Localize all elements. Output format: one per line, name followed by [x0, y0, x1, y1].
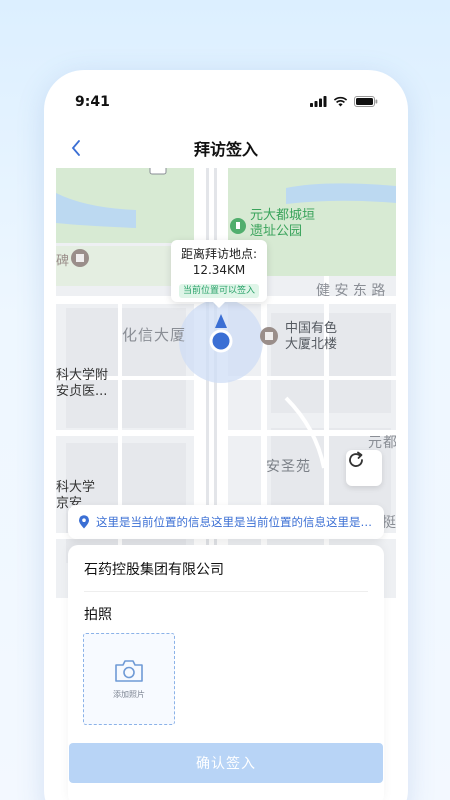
map-poi-kedafu-line1: 科大学附: [56, 368, 109, 383]
map-road-jianan: 健 安 东 路: [316, 283, 386, 299]
map-area-ansheng: 安圣苑: [266, 459, 311, 475]
signal-icon: [310, 96, 327, 107]
photo-label: 拍照: [84, 607, 112, 623]
map-poi-park-line1: 元大都城垣: [250, 208, 316, 223]
map-poi-kedafu: 科大学附 安贞医...: [56, 368, 108, 400]
map-poi-zhongguo-line2: 大厦北楼: [285, 337, 338, 352]
phone-frame: 9:41 拜访签入 元大都城垣 遗址公园 碑 健 安 东 路 化信大厦 中国有色…: [44, 70, 408, 800]
map-poi-zhongguo: 中国有色 大厦北楼: [285, 321, 337, 353]
distance-label: 距离拜访地点:: [180, 247, 258, 261]
distance-callout: 距离拜访地点: 12.34KM 当前位置可以签入: [171, 240, 267, 308]
location-pin-icon: [79, 515, 89, 529]
map-poi-park: 元大都城垣 遗址公园: [250, 208, 315, 240]
confirm-checkin-button[interactable]: 确认签入: [69, 743, 383, 783]
page-title: 拜访签入: [193, 140, 258, 159]
map-poi-kedaxue-line1: 科大学: [56, 480, 96, 495]
nav-bar: 拜访签入: [44, 130, 408, 170]
divider: [84, 591, 368, 592]
current-location-bar: 这里是当前位置的信息这里是当前位置的信息这里是当前位置的信息: [68, 505, 384, 539]
map-label-yuandu: 元都: [368, 435, 396, 451]
status-time: 9:41: [75, 94, 110, 110]
wifi-icon: [333, 96, 348, 107]
map-poi-zhongguo-line1: 中国有色: [285, 321, 338, 336]
refresh-location-button[interactable]: [346, 450, 382, 486]
map-poi-park-line2: 遗址公园: [250, 224, 303, 239]
add-photo-label: 添加照片: [113, 689, 145, 699]
map-label-bei: 碑: [56, 254, 71, 269]
status-bar: 9:41: [44, 70, 408, 130]
status-icons: [310, 96, 378, 107]
camera-icon: [115, 659, 143, 682]
checkin-status-badge: 当前位置可以签入: [178, 284, 259, 298]
map-poi-kedafu-line2: 安贞医...: [56, 384, 108, 399]
map-label-ting: 挺: [382, 515, 396, 531]
map-building-huaxin: 化信大厦: [122, 326, 187, 344]
company-name: 石药控股集团有限公司: [84, 562, 224, 578]
refresh-icon: [349, 451, 363, 467]
battery-icon: [354, 96, 378, 107]
distance-value: 12.34KM: [192, 263, 246, 277]
add-photo-button[interactable]: 添加照片: [83, 633, 175, 725]
current-location-text: 这里是当前位置的信息这里是当前位置的信息这里是当前位置的信息: [96, 515, 374, 529]
